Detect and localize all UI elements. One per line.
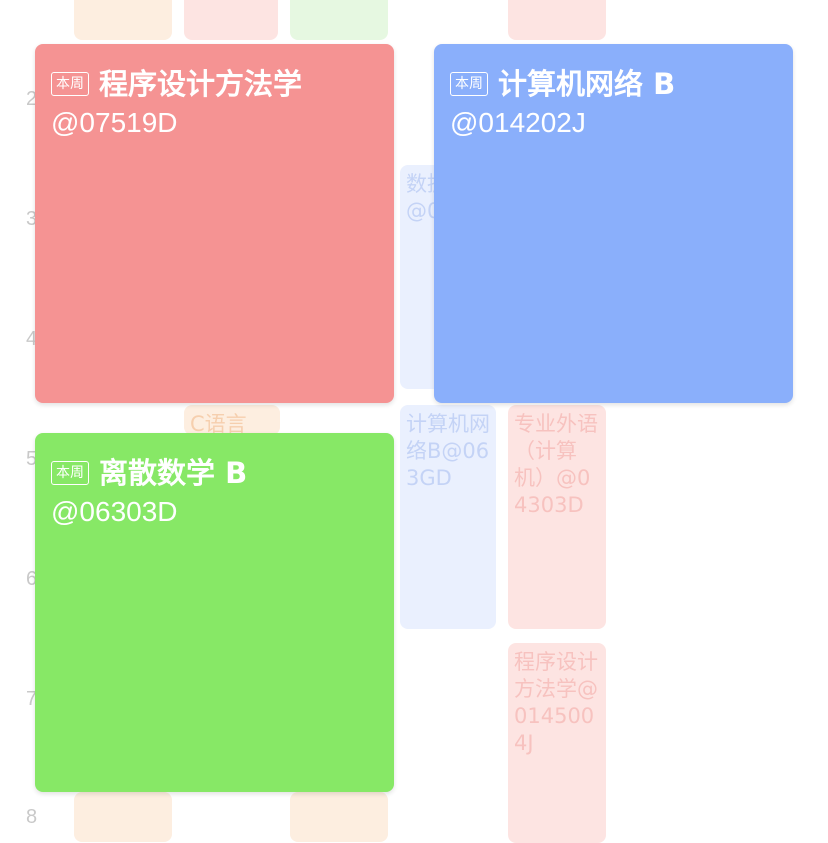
this-week-badge: 本周 [51, 72, 89, 96]
period-number: 8 [26, 806, 38, 828]
ghost-course-cell [290, 792, 388, 842]
course-title-row: 本周 计算机网络 B [450, 66, 777, 102]
this-week-badge: 本周 [450, 72, 488, 96]
ghost-course-cell [74, 0, 172, 40]
course-card-program-design[interactable]: 本周 程序设计方法学 @07519D [35, 44, 394, 403]
ghost-course-cell: 程序设计方法学@0145004J [508, 643, 606, 843]
ghost-course-cell [184, 0, 278, 40]
ghost-course-cell [74, 792, 172, 842]
this-week-badge: 本周 [51, 461, 89, 485]
course-title-row: 本周 离散数学 B [51, 455, 378, 491]
ghost-course-cell: 专业外语（计算机）@04303D [508, 405, 606, 629]
ghost-course-cell [508, 0, 606, 40]
course-name: 程序设计方法学 [99, 67, 303, 101]
course-name: 离散数学 B [99, 456, 248, 490]
ghost-course-cell: C语言 [184, 405, 280, 435]
course-room: @06303D [51, 496, 178, 527]
ghost-course-cell [290, 0, 388, 40]
course-name: 计算机网络 B [498, 67, 676, 101]
course-title-row: 本周 程序设计方法学 [51, 66, 378, 102]
course-room: @07519D [51, 107, 178, 138]
course-card-computer-network[interactable]: 本周 计算机网络 B @014202J [434, 44, 793, 403]
course-room: @014202J [450, 107, 586, 138]
course-card-discrete-math[interactable]: 本周 离散数学 B @06303D [35, 433, 394, 792]
ghost-course-cell: 计算机网络B@063GD [400, 405, 496, 629]
